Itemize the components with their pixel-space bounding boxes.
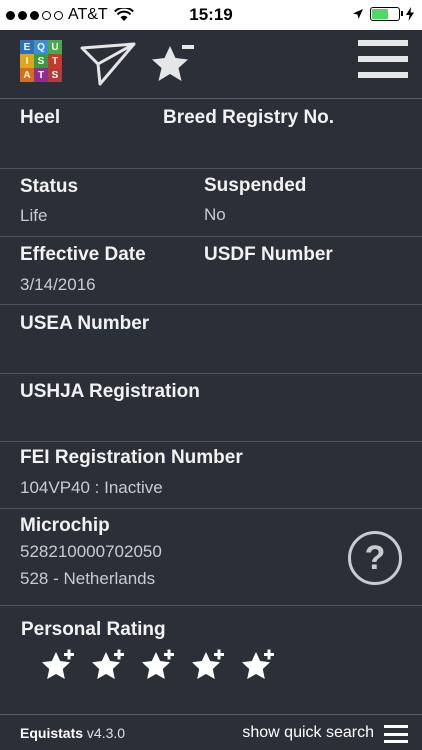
battery-icon xyxy=(370,7,403,21)
row-ushja: USHJA Registration xyxy=(0,374,422,442)
star-minus-icon[interactable] xyxy=(148,40,198,86)
rating-stars xyxy=(40,648,276,684)
charging-bolt-icon xyxy=(406,7,414,21)
status-right xyxy=(352,7,414,21)
microchip-number: 528210000702050 xyxy=(20,542,162,561)
logo-tile: I xyxy=(20,54,34,68)
status-value: Life xyxy=(20,206,48,225)
ushja-label: USHJA Registration xyxy=(20,381,200,402)
logo-tile: S xyxy=(48,68,62,82)
heel-label: Heel xyxy=(20,107,61,128)
star-plus-icon[interactable] xyxy=(140,648,176,684)
usea-label: USEA Number xyxy=(20,313,150,334)
logo-tile: T xyxy=(48,54,62,68)
microchip-label: Microchip xyxy=(20,515,110,536)
row-microchip: Microchip 528210000702050 528 - Netherla… xyxy=(0,509,422,606)
equistats-logo[interactable]: EQUISTATS xyxy=(20,40,62,82)
logo-tile: A xyxy=(20,68,34,82)
star-plus-icon[interactable] xyxy=(90,648,126,684)
app-header: EQUISTATS xyxy=(0,30,422,98)
logo-tile: E xyxy=(20,40,34,54)
logo-tile: Q xyxy=(34,40,48,54)
star-plus-icon[interactable] xyxy=(240,648,276,684)
effective-date-value: 3/14/2016 xyxy=(20,275,96,294)
quick-search-menu-icon[interactable] xyxy=(384,725,408,743)
row-effective-date: Effective Date 3/14/2016 USDF Number xyxy=(0,237,422,305)
logo-tile: S xyxy=(34,54,48,68)
personal-rating-label: Personal Rating xyxy=(21,619,166,640)
location-arrow-icon xyxy=(353,9,363,19)
footer-version: v4.3.0 xyxy=(86,725,126,741)
row-heel: Heel Breed Registry No. xyxy=(0,99,422,169)
microchip-country: 528 - Netherlands xyxy=(20,569,156,588)
paper-plane-icon[interactable] xyxy=(80,40,136,86)
status-bar: AT&T 15:19 xyxy=(0,0,422,30)
suspended-label: Suspended xyxy=(204,175,307,196)
footer-app-info: Equistats v4.3.0 xyxy=(20,725,125,741)
breed-registry-label: Breed Registry No. xyxy=(163,107,335,128)
suspended-value: No xyxy=(204,205,226,224)
help-button[interactable]: ? xyxy=(348,531,402,585)
logo-tile: U xyxy=(48,40,62,54)
show-quick-search-button[interactable]: show quick search xyxy=(242,724,374,742)
usdf-label: USDF Number xyxy=(204,244,333,265)
logo-tile: T xyxy=(34,68,48,82)
row-usea: USEA Number xyxy=(0,305,422,374)
row-fei: FEI Registration Number 104VP40 : Inacti… xyxy=(0,442,422,509)
fei-label: FEI Registration Number xyxy=(20,447,243,468)
row-status: Status Life Suspended No xyxy=(0,169,422,237)
footer-app-name: Equistats xyxy=(20,725,84,741)
status-label: Status xyxy=(20,176,79,197)
footer-bar: Equistats v4.3.0 show quick search xyxy=(0,714,422,750)
effective-date-label: Effective Date xyxy=(20,244,146,265)
star-plus-icon[interactable] xyxy=(40,648,76,684)
star-plus-icon[interactable] xyxy=(190,648,226,684)
menu-icon[interactable] xyxy=(358,40,408,78)
fei-value: 104VP40 : Inactive xyxy=(20,478,163,497)
